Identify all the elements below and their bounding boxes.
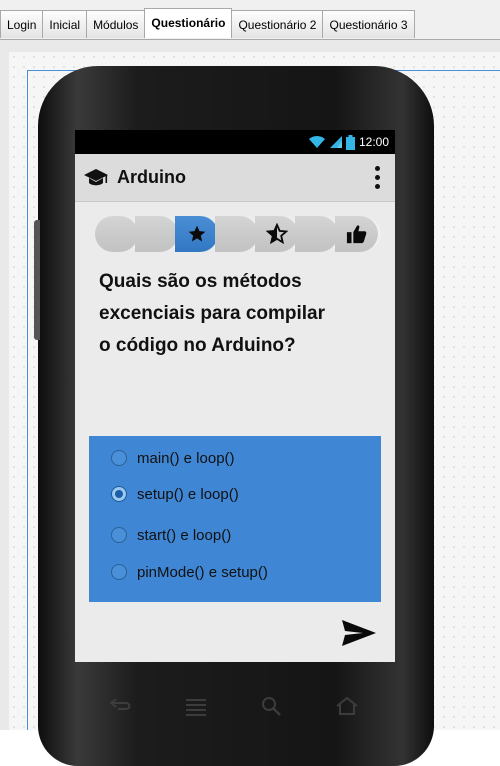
question-line: Quais são os métodos xyxy=(99,271,302,292)
option-label: main() e loop() xyxy=(137,449,235,467)
search-icon[interactable] xyxy=(260,695,282,717)
overflow-dot xyxy=(374,175,380,180)
star-icon xyxy=(188,225,206,242)
graduation-cap-icon xyxy=(83,165,109,191)
phone-screen: 12:00 Arduino Quais são os métodos excen… xyxy=(75,130,395,662)
option-label: pinMode() e setup() xyxy=(137,563,268,581)
tab-questionario[interactable]: Questionário xyxy=(144,8,233,38)
tab-strip: Login Inicial Módulos Questionário Quest… xyxy=(0,0,500,40)
question-text: Quais são os métodos excenciais para com… xyxy=(99,266,369,362)
home-icon[interactable] xyxy=(334,695,360,717)
radio-button[interactable] xyxy=(111,527,127,543)
menu-icon[interactable] xyxy=(184,695,208,717)
send-button[interactable] xyxy=(341,618,377,648)
question-line: o código no Arduino? xyxy=(99,335,296,356)
option-start-loop[interactable]: start() e loop() xyxy=(111,523,231,547)
progress-step-6[interactable] xyxy=(295,216,339,252)
status-bar: 12:00 xyxy=(75,130,395,154)
option-label: start() e loop() xyxy=(137,526,232,544)
option-setup-loop[interactable]: setup() e loop() xyxy=(111,482,239,506)
radio-button[interactable] xyxy=(111,564,127,580)
hardware-keys xyxy=(104,695,364,719)
overflow-menu-icon[interactable] xyxy=(367,163,387,193)
status-icons xyxy=(308,134,355,150)
half-star-icon xyxy=(266,223,288,245)
option-main-loop[interactable]: main() e loop() xyxy=(111,446,235,470)
option-label: setup() e loop() xyxy=(137,485,239,503)
tab-questionario-3[interactable]: Questionário 3 xyxy=(322,10,415,38)
thumbs-up-icon xyxy=(346,225,367,244)
battery-icon xyxy=(345,134,355,150)
progress-steps xyxy=(95,216,379,252)
option-pinmode-setup[interactable]: pinMode() e setup() xyxy=(111,560,268,584)
action-bar: Arduino xyxy=(75,154,395,202)
answer-options: main() e loop() setup() e loop() start()… xyxy=(89,436,381,602)
tab-list: Login Inicial Módulos Questionário Quest… xyxy=(0,8,415,40)
signal-icon xyxy=(329,136,342,148)
phone-side-button xyxy=(34,220,40,340)
overflow-dot xyxy=(374,166,380,171)
send-icon xyxy=(342,620,376,646)
radio-button[interactable] xyxy=(111,450,127,466)
overflow-dot xyxy=(374,184,380,189)
tab-questionario-2[interactable]: Questionário 2 xyxy=(231,10,324,38)
progress-step-3[interactable] xyxy=(175,216,219,252)
progress-step-1[interactable] xyxy=(95,216,139,252)
tab-login[interactable]: Login xyxy=(0,10,44,38)
wifi-icon xyxy=(308,135,325,148)
back-icon[interactable] xyxy=(108,695,134,715)
app-title: Arduino xyxy=(117,167,186,187)
progress-step-7[interactable] xyxy=(335,216,379,252)
progress-step-2[interactable] xyxy=(135,216,179,252)
radio-button-checked[interactable] xyxy=(111,486,127,502)
status-time: 12:00 xyxy=(358,135,389,149)
progress-step-4[interactable] xyxy=(215,216,259,252)
tab-modulos[interactable]: Módulos xyxy=(86,10,146,38)
question-line: excenciais para compilar xyxy=(99,303,326,324)
progress-step-5[interactable] xyxy=(255,216,299,252)
tab-inicial[interactable]: Inicial xyxy=(42,10,88,38)
